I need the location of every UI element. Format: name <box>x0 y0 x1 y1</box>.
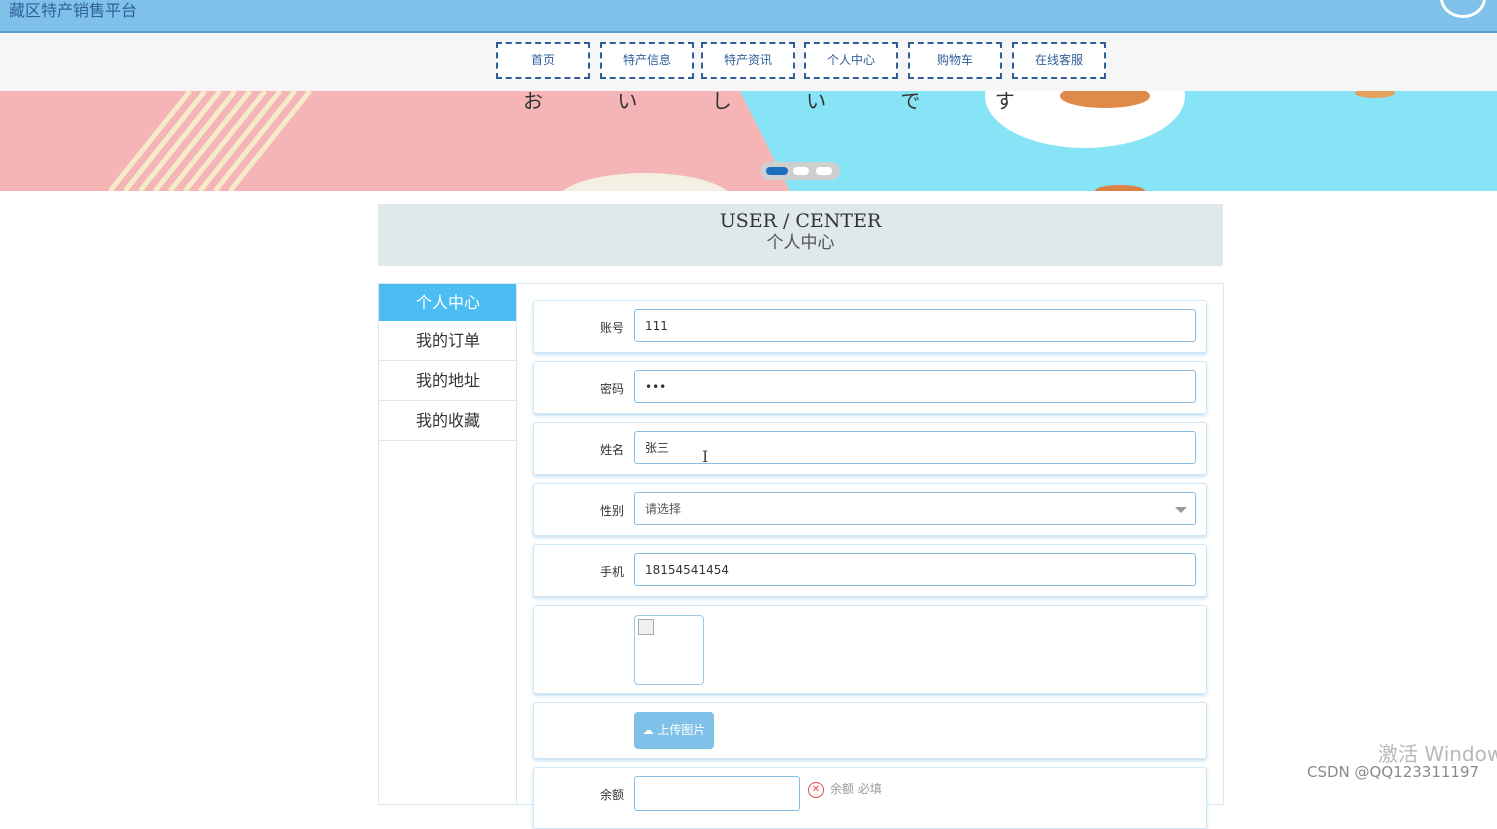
form-row-name: 姓名 张三 I <box>533 422 1207 475</box>
form-row-upload: ☁ 上传图片 <box>533 702 1207 759</box>
carousel-dot-2[interactable] <box>793 167 809 175</box>
name-value: 张三 <box>645 441 670 455</box>
carousel-indicator <box>760 162 840 180</box>
account-label: 账号 <box>599 321 624 335</box>
balance-label: 余额 <box>599 788 624 802</box>
gender-label: 性别 <box>599 504 624 518</box>
section-title-en: USER / CENTER <box>719 210 882 232</box>
form-row-gender: 性别 请选择 <box>533 483 1207 536</box>
user-avatar[interactable] <box>1440 0 1486 18</box>
section-title-cn: 个人中心 <box>766 233 835 253</box>
phone-input[interactable]: 18154541454 <box>634 553 1196 586</box>
banner-text: お い し い で す <box>523 91 1049 113</box>
upload-button-label: 上传图片 <box>657 723 706 737</box>
gender-select[interactable]: 请选择 <box>634 492 1196 525</box>
balance-input[interactable] <box>634 776 800 811</box>
csdn-watermark: CSDN @QQ123311197 <box>1307 763 1480 781</box>
account-input[interactable]: 111 <box>634 309 1196 342</box>
nav-home[interactable]: 首页 <box>496 42 590 79</box>
phone-label: 手机 <box>599 565 624 579</box>
carousel-dot-1[interactable] <box>766 167 788 175</box>
main-nav: 首页 特产信息 特产资讯 个人中心 购物车 在线客服 <box>0 33 1497 91</box>
name-input[interactable]: 张三 I <box>634 431 1196 466</box>
text-cursor-icon: I <box>702 447 709 466</box>
form-row-password: 密码 ••• <box>533 361 1207 414</box>
form-row-avatar <box>533 605 1207 694</box>
broken-image-icon <box>638 619 654 635</box>
section-header: USER / CENTER 个人中心 <box>378 204 1223 266</box>
chevron-down-icon <box>1175 507 1187 513</box>
form-row-account: 账号 111 <box>533 300 1207 353</box>
nav-cart[interactable]: 购物车 <box>908 42 1002 79</box>
balance-error: 余额 必填 <box>830 782 882 796</box>
carousel-dot-3[interactable] <box>816 167 832 175</box>
gender-placeholder: 请选择 <box>645 502 682 516</box>
nav-user-center[interactable]: 个人中心 <box>804 42 898 79</box>
sidebar-item-favorites[interactable]: 我的收藏 <box>379 401 517 441</box>
user-sidebar: 个人中心 我的订单 我的地址 我的收藏 <box>378 283 517 805</box>
nav-products[interactable]: 特产信息 <box>600 42 694 79</box>
error-icon: ✕ <box>808 782 824 798</box>
avatar-preview[interactable] <box>634 615 704 685</box>
form-row-balance: 余额 ✕ 余额 必填 <box>533 767 1207 829</box>
sidebar-item-orders[interactable]: 我的订单 <box>379 321 517 361</box>
form-row-phone: 手机 18154541454 <box>533 544 1207 597</box>
top-header: 藏区特产销售平台 <box>0 0 1497 33</box>
site-title[interactable]: 藏区特产销售平台 <box>9 0 137 22</box>
profile-form: 账号 111 密码 ••• 姓名 张三 I 性别 请选择 手机 18154541… <box>516 283 1224 829</box>
cloud-upload-icon: ☁ <box>642 724 654 737</box>
upload-image-button[interactable]: ☁ 上传图片 <box>634 712 714 749</box>
nav-customer-service[interactable]: 在线客服 <box>1012 42 1106 79</box>
nav-news[interactable]: 特产资讯 <box>701 42 795 79</box>
sidebar-item-user-center[interactable]: 个人中心 <box>379 284 517 321</box>
name-label: 姓名 <box>599 443 624 457</box>
password-label: 密码 <box>599 382 624 396</box>
password-input[interactable]: ••• <box>634 370 1196 403</box>
sidebar-item-address[interactable]: 我的地址 <box>379 361 517 401</box>
banner-carousel[interactable]: お い し い で す <box>0 91 1497 191</box>
